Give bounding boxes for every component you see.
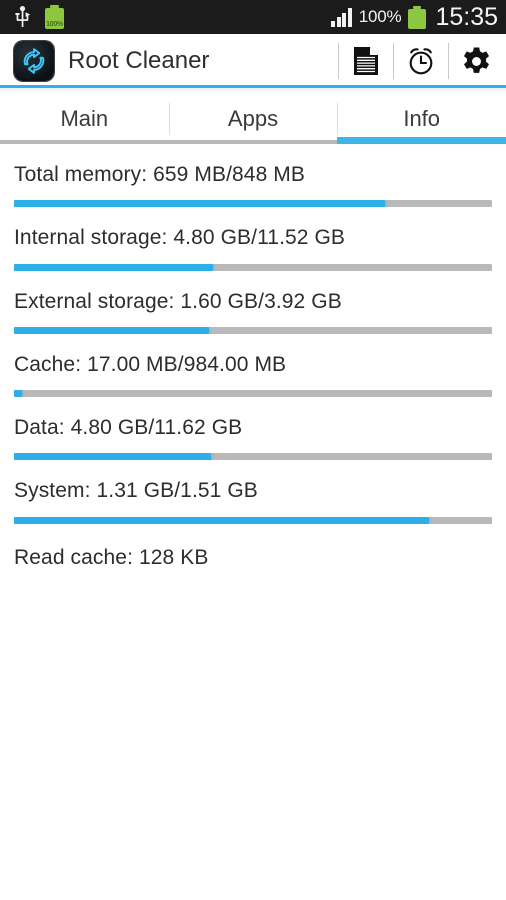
- battery-icon: [408, 5, 427, 29]
- progress-bar-internal-storage: [14, 263, 492, 271]
- clock-label: 15:35: [435, 2, 498, 31]
- info-label-cache: Cache: 17.00 MB/984.00 MB: [14, 352, 287, 376]
- tab-label: Apps: [227, 106, 279, 131]
- progress-bar-external-storage: [14, 326, 492, 334]
- tab-apps[interactable]: Apps: [168, 94, 338, 144]
- status-bar: 100% 100% 15:35: [0, 0, 506, 34]
- signal-bars-icon: [331, 7, 352, 27]
- info-label-data: Data: 4.80 GB/11.62 GB: [14, 416, 243, 439]
- tab-underline: [0, 140, 169, 144]
- progress-fill-data: [14, 453, 212, 461]
- progress-fill-external-storage: [14, 326, 210, 334]
- progress-bar-total-memory: [14, 200, 492, 208]
- info-row-total-memory: Total memory: 659 MB/848 MB: [14, 144, 492, 208]
- info-list: Total memory: 659 MB/848 MB Internal stor…: [0, 144, 506, 571]
- tab-info[interactable]: Info: [337, 94, 506, 144]
- tab-label: Info: [403, 106, 441, 131]
- progress-fill-total-memory: [14, 200, 386, 208]
- status-bar-right: 100% 15:35: [331, 3, 498, 32]
- app-header: Root Cleaner: [0, 34, 506, 88]
- log-icon[interactable]: [348, 42, 384, 80]
- info-label-internal-storage: Internal storage: 4.80 GB/11.52 GB: [14, 226, 346, 250]
- info-row-data: Data: 4.80 GB/11.62 GB: [14, 397, 492, 461]
- info-label-external-storage: External storage: 1.60 GB/3.92 GB: [14, 289, 342, 313]
- page-title: Root Cleaner: [68, 47, 210, 74]
- battery-percent-label: 100%: [358, 7, 402, 26]
- progress-bar-cache: [14, 390, 492, 397]
- info-row-cache: Cache: 17.00 MB/984.00 MB: [14, 334, 492, 397]
- tab-underline: [168, 140, 338, 144]
- info-row-read-cache: Read cache: 128 KB: [14, 524, 492, 571]
- info-label-system: System: 1.31 GB/1.51 GB: [14, 479, 258, 503]
- tab-main[interactable]: Main: [0, 94, 169, 144]
- tab-underline: [337, 137, 506, 144]
- progress-fill-internal-storage: [14, 263, 214, 271]
- progress-bar-system: [14, 516, 492, 524]
- header-actions: [329, 41, 494, 81]
- info-label-read-cache: Read cache: 128 KB: [14, 545, 209, 569]
- root-cleaner-app-icon[interactable]: [14, 41, 54, 81]
- info-row-system: System: 1.31 GB/1.51 GB: [14, 460, 492, 524]
- battery-charging-level: 100%: [46, 21, 63, 28]
- header-divider-1: [338, 43, 339, 79]
- tab-bar: Main Apps Info: [0, 94, 506, 144]
- header-divider-2: [393, 43, 394, 79]
- progress-bar-data: [14, 453, 492, 461]
- info-row-external-storage: External storage: 1.60 GB/3.92 GB: [14, 271, 492, 334]
- progress-fill-cache: [14, 390, 23, 397]
- alarm-clock-icon[interactable]: [403, 42, 439, 80]
- gear-icon[interactable]: [458, 42, 494, 80]
- progress-fill-system: [14, 516, 429, 524]
- header-divider-3: [448, 43, 449, 79]
- battery-charging-icon: 100%: [45, 5, 64, 29]
- usb-icon: [14, 6, 31, 28]
- info-label-total-memory: Total memory: 659 MB/848 MB: [14, 163, 305, 186]
- info-row-internal-storage: Internal storage: 4.80 GB/11.52 GB: [14, 207, 492, 271]
- status-bar-left: 100%: [14, 5, 64, 29]
- tab-label: Main: [60, 106, 109, 131]
- header-accent-rule: [0, 85, 506, 88]
